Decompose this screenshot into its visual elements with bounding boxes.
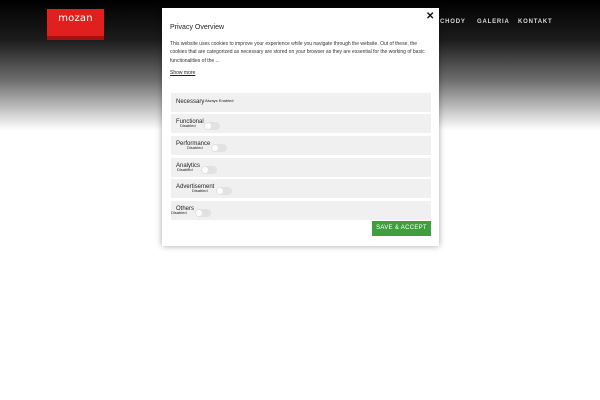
privacy-overview-modal: ✕ Privacy Overview This website uses coo…: [162, 8, 439, 246]
toggle-switch[interactable]: [201, 166, 217, 174]
cookie-category-functional[interactable]: Functional Disabled: [171, 114, 431, 134]
category-status: Disabled: [187, 145, 203, 150]
cookie-category-performance[interactable]: Performance Disabled: [171, 136, 431, 156]
save-accept-button[interactable]: SAVE & ACCEPT: [372, 221, 431, 236]
toggle-switch[interactable]: [216, 187, 232, 195]
logo-underline: [47, 36, 104, 40]
category-status: Disabled: [177, 167, 193, 172]
nav-item-chody[interactable]: CHODY: [440, 19, 466, 25]
toggle-switch[interactable]: [195, 209, 211, 217]
modal-title: Privacy Overview: [170, 24, 225, 31]
toggle-switch[interactable]: [204, 122, 220, 130]
show-more-link[interactable]: Show more: [170, 70, 195, 76]
category-status: Disabled: [180, 123, 196, 128]
category-status: Disabled: [171, 210, 187, 215]
cookie-category-analytics[interactable]: Analytics Disabled: [171, 158, 431, 178]
logo-text: mozan: [58, 13, 93, 24]
cookie-category-necessary[interactable]: Necessary Always Enabled: [171, 93, 431, 113]
category-status: Disabled: [192, 188, 208, 193]
category-status: Always Enabled: [205, 98, 234, 103]
category-label: Necessary: [176, 99, 205, 105]
cookie-category-others[interactable]: Others Disabled: [171, 201, 431, 221]
nav-item-kontakt[interactable]: KONTAKT: [518, 19, 552, 25]
toggle-switch[interactable]: [211, 144, 227, 152]
cookie-category-advertisement[interactable]: Advertisement Disabled: [171, 179, 431, 199]
close-icon[interactable]: ✕: [426, 11, 434, 22]
modal-description: This website uses cookies to improve you…: [170, 41, 425, 64]
nav-item-galeria[interactable]: GALERIA: [477, 19, 510, 25]
